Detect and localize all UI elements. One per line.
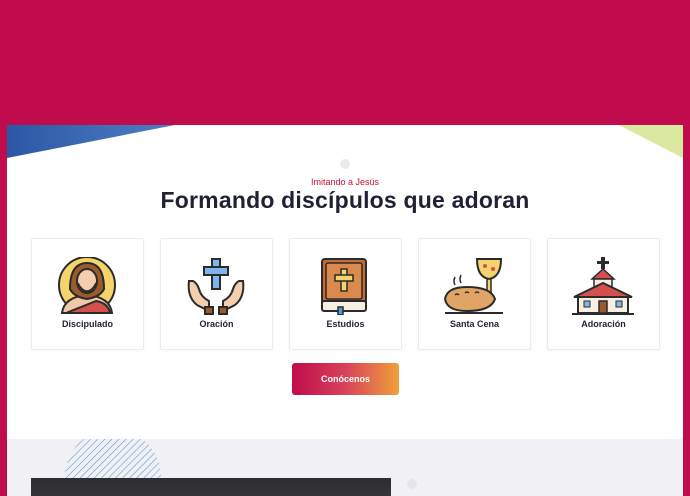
card-estudios[interactable]: Estudios [289,238,402,350]
main-section: Imitando a Jesús Formando discípulos que… [7,125,683,496]
green-corner-decoration [619,125,683,158]
card-label: Santa Cena [449,319,500,329]
church-icon [572,257,634,315]
decorative-dot [340,159,350,169]
card-oracion[interactable]: Oración [160,238,273,350]
jesus-icon [58,257,116,314]
section-kicker: Imitando a Jesús [310,177,380,187]
next-section [7,439,683,496]
card-discipulado[interactable]: Discipulado [31,238,144,350]
card-adoracion[interactable]: Adoración [547,238,660,350]
video-thumbnail[interactable] [31,478,391,496]
bible-icon [321,258,367,315]
card-label: Adoración [581,319,626,329]
section-headline: Formando discípulos que adoran [160,187,530,213]
card-santa-cena[interactable]: Santa Cena [418,238,531,350]
conocenos-button[interactable]: Conócenos [292,363,399,395]
bread-and-chalice-icon [443,258,503,314]
praying-hands-cross-icon [187,258,245,315]
blue-corner-decoration [7,125,175,158]
card-label: Discipulado [61,319,113,329]
card-label: Oración [199,319,234,329]
page-frame: Imitando a Jesús Formando discípulos que… [0,0,690,496]
decorative-dot [407,479,417,489]
card-label: Estudios [326,319,365,329]
